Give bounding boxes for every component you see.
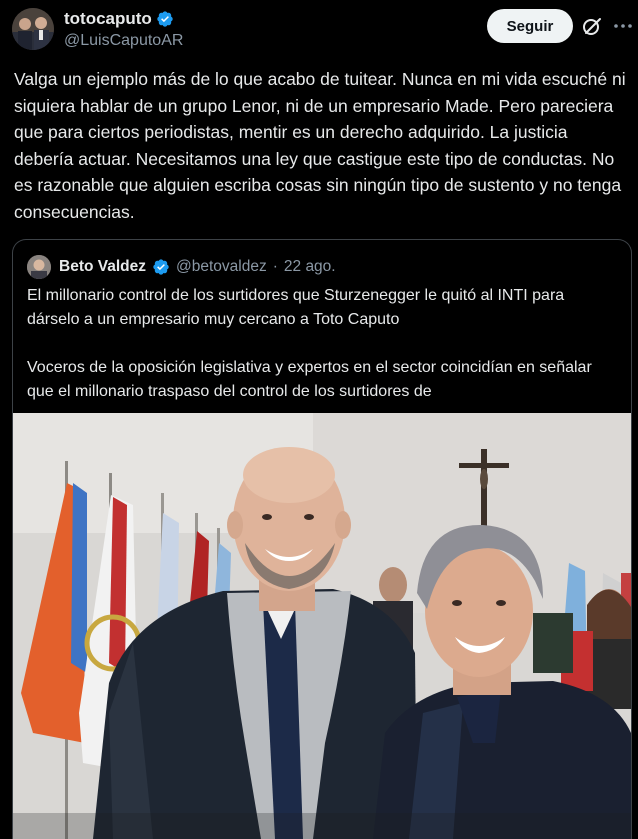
quoted-tweet-header: Beto Valdez @betovaldez · 22 ago. xyxy=(27,254,336,280)
author-avatar[interactable] xyxy=(12,8,54,50)
quoted-author-handle: @betovaldez xyxy=(176,258,267,275)
quoted-tweet-card[interactable]: Beto Valdez @betovaldez · 22 ago. El mil… xyxy=(12,239,632,839)
verified-badge-icon xyxy=(156,10,174,28)
tweet-text: Valga un ejemplo más de lo que acabo de … xyxy=(14,69,626,222)
quoted-paragraph-1: El millonario control de los surtidores … xyxy=(27,287,565,328)
quoted-author-name: Beto Valdez xyxy=(59,258,146,275)
quoted-tweet-image[interactable] xyxy=(13,413,631,839)
author-display-name[interactable]: totocaputo xyxy=(64,9,152,29)
author-info: totocaputo @LuisCaputoAR xyxy=(64,8,183,50)
more-horizontal-icon[interactable] xyxy=(612,14,634,38)
quoted-tweet-text: El millonario control de los surtidores … xyxy=(27,284,617,404)
tweet-header: totocaputo @LuisCaputoAR Seguir xyxy=(0,0,638,60)
quoted-verified-badge-icon xyxy=(152,258,170,276)
quoted-separator: · xyxy=(272,258,278,275)
quoted-author-avatar xyxy=(27,255,51,279)
author-handle[interactable]: @LuisCaputoAR xyxy=(64,32,183,50)
quoted-paragraph-2: Voceros de la oposición legislativa y ex… xyxy=(27,359,592,400)
grok-icon[interactable] xyxy=(580,14,604,38)
quoted-date: 22 ago. xyxy=(283,258,336,275)
follow-button[interactable]: Seguir xyxy=(487,9,573,43)
